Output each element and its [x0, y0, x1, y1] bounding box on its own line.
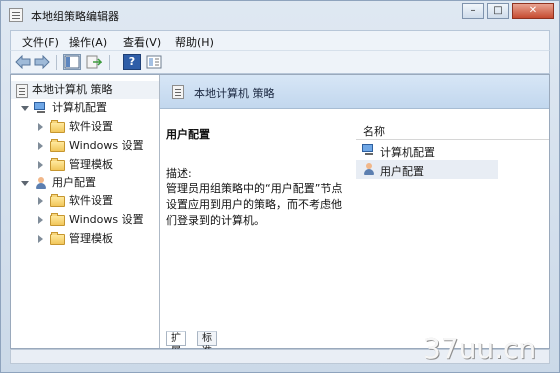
console-tree-icon	[64, 55, 80, 69]
forward-arrow-icon	[34, 54, 50, 70]
tree-item-local-computer-policy[interactable]: 本地计算机 策略	[11, 81, 159, 99]
expand-icon[interactable]	[38, 161, 43, 169]
user-icon	[34, 177, 48, 190]
policy-editor-icon	[9, 8, 23, 22]
folder-icon	[50, 232, 65, 245]
collapse-icon[interactable]	[21, 106, 29, 115]
tree-item-label: 管理模板	[69, 158, 113, 171]
site-watermark: 37uu.cn	[423, 332, 537, 365]
user-icon	[362, 163, 376, 176]
tab-extended[interactable]: 扩展	[166, 331, 186, 357]
back-arrow-icon	[15, 54, 31, 70]
tree-item-label: Windows 设置	[69, 213, 144, 226]
description-text: 管理员用组策略中的“用户配置”节点设置应用到用户的策略，而不考虑他们登录到的计算…	[166, 182, 343, 227]
policy-icon	[172, 85, 184, 99]
tree-item-user-config[interactable]: 用户配置	[11, 174, 159, 192]
tree-item-label: 软件设置	[69, 120, 113, 133]
export-icon	[86, 55, 103, 69]
list-item-computer-config[interactable]: 计算机配置	[356, 141, 498, 160]
list-item-user-config[interactable]: 用户配置	[356, 160, 498, 179]
details-header: 本地计算机 策略	[160, 75, 549, 109]
tree-item-user-software-settings[interactable]: 软件设置	[11, 192, 159, 210]
help-button[interactable]: ?	[123, 54, 141, 70]
window-title: 本地组策略编辑器	[31, 10, 119, 23]
editor-content: 本地计算机 策略 计算机配置 软件设置 Windows 设置 管理模板 用户配置…	[10, 74, 550, 357]
tree-item-label: 本地计算机 策略	[32, 83, 113, 96]
expand-icon[interactable]	[38, 123, 43, 131]
menu-action[interactable]: 操作(A)	[69, 34, 107, 50]
tab-standard[interactable]: 标准	[197, 331, 217, 357]
console-tree: 本地计算机 策略 计算机配置 软件设置 Windows 设置 管理模板 用户配置…	[11, 75, 160, 348]
tree-item-computer-admin-templates[interactable]: 管理模板	[11, 156, 159, 174]
tree-item-computer-software-settings[interactable]: 软件设置	[11, 118, 159, 136]
tree-item-label: Windows 设置	[69, 139, 144, 152]
details-pane: 本地计算机 策略 用户配置 描述: 管理员用组策略中的“用户配置”节点设置应用到…	[160, 75, 549, 357]
list-item-label: 计算机配置	[380, 146, 435, 159]
toolbar-divider	[109, 55, 110, 70]
details-header-title: 本地计算机 策略	[194, 87, 275, 100]
expand-icon[interactable]	[38, 142, 43, 150]
properties-icon	[146, 55, 162, 69]
menu-view[interactable]: 查看(V)	[123, 34, 161, 50]
list-item-label: 用户配置	[380, 165, 424, 178]
description-label: 描述:	[166, 167, 192, 180]
items-list: 名称 计算机配置 用户配置	[356, 119, 549, 239]
tree-item-user-admin-templates[interactable]: 管理模板	[11, 230, 159, 248]
folder-icon	[50, 139, 65, 152]
expand-icon[interactable]	[38, 216, 43, 224]
computer-icon	[34, 102, 48, 114]
column-header-label: 名称	[363, 125, 385, 138]
close-button[interactable]: ✕	[512, 3, 554, 19]
properties-button[interactable]	[145, 54, 163, 70]
folder-icon	[50, 194, 65, 207]
forward-button[interactable]	[33, 54, 51, 70]
tree-item-label: 软件设置	[69, 194, 113, 207]
window: 本地组策略编辑器 – □ ✕ 文件(F) 操作(A) 查看(V) 帮助(H) ?…	[0, 0, 560, 373]
menu-bar: 文件(F) 操作(A) 查看(V) 帮助(H)	[10, 30, 550, 50]
folder-icon	[50, 158, 65, 171]
minimize-button[interactable]: –	[462, 3, 484, 19]
menu-file[interactable]: 文件(F)	[22, 34, 59, 50]
toolbar-divider	[56, 55, 57, 70]
expand-icon[interactable]	[38, 235, 43, 243]
column-header-name[interactable]: 名称	[356, 119, 549, 140]
expand-icon[interactable]	[38, 197, 43, 205]
folder-icon	[50, 120, 65, 133]
show-hide-tree-button[interactable]	[63, 54, 81, 70]
tree-item-label: 管理模板	[69, 232, 113, 245]
tree-item-label: 用户配置	[52, 176, 96, 189]
menu-help[interactable]: 帮助(H)	[175, 34, 214, 50]
export-list-button[interactable]	[85, 54, 103, 70]
tree-item-computer-windows-settings[interactable]: Windows 设置	[11, 137, 159, 155]
tree-item-computer-config[interactable]: 计算机配置	[11, 99, 159, 117]
folder-icon	[50, 213, 65, 226]
back-button[interactable]	[14, 54, 32, 70]
collapse-icon[interactable]	[21, 181, 29, 190]
policy-icon	[16, 84, 28, 98]
computer-icon	[362, 144, 376, 156]
toolbar: ?	[10, 50, 550, 74]
selected-item-title: 用户配置	[166, 128, 210, 141]
title-bar[interactable]: 本地组策略编辑器 – □ ✕	[1, 1, 559, 29]
maximize-button[interactable]: □	[487, 3, 509, 19]
tree-item-user-windows-settings[interactable]: Windows 设置	[11, 211, 159, 229]
tree-item-label: 计算机配置	[52, 101, 107, 114]
